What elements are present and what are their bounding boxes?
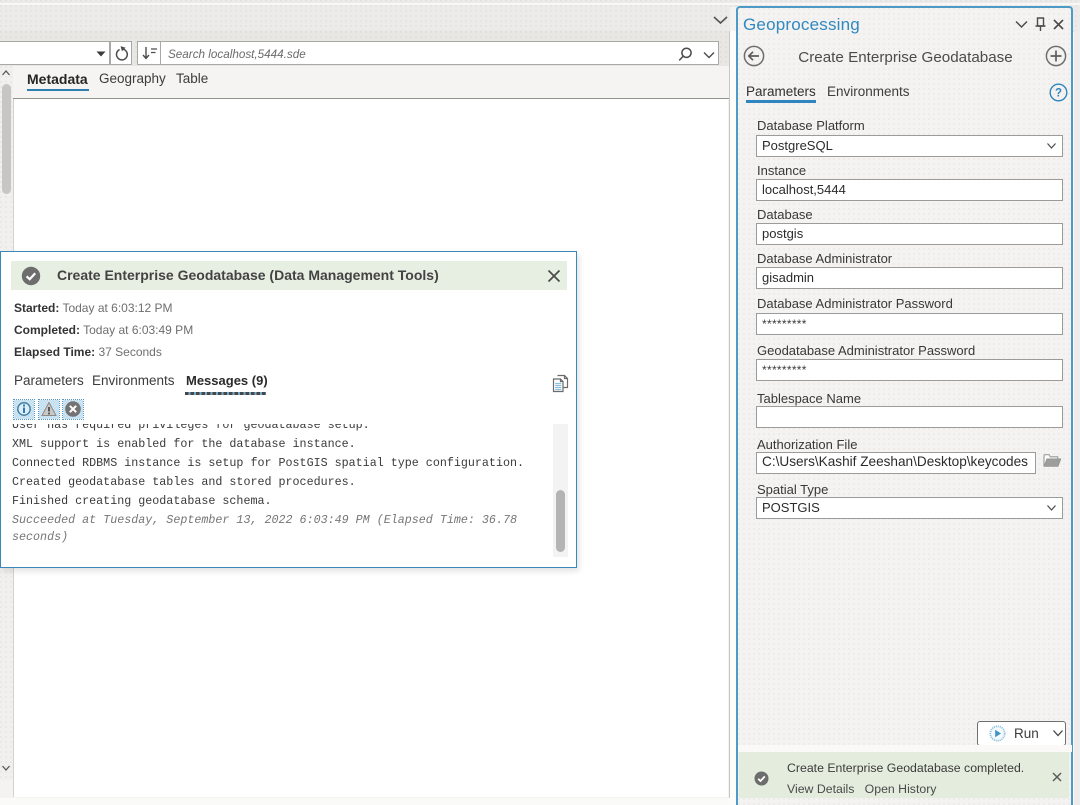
- svg-text:?: ?: [1055, 88, 1062, 100]
